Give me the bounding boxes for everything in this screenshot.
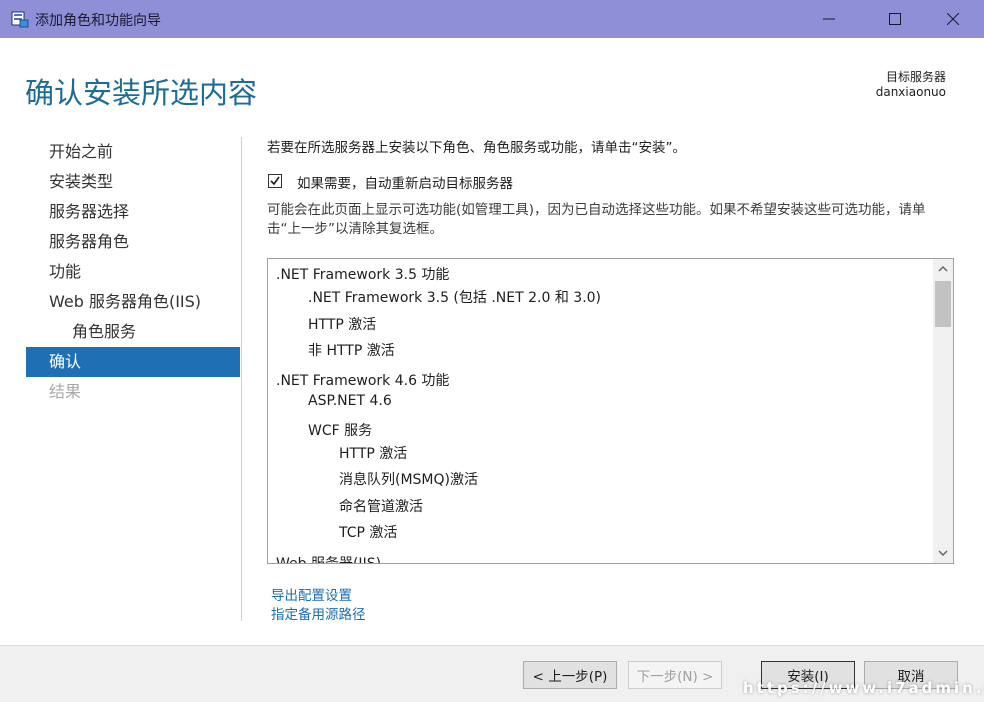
- selected-features-list[interactable]: .NET Framework 3.5 功能 .NET Framework 3.5…: [267, 258, 954, 564]
- maximize-button[interactable]: [872, 0, 918, 38]
- alternate-source-link[interactable]: 指定备用源路径: [271, 603, 366, 623]
- close-icon: [947, 13, 959, 25]
- list-item: 消息队列(MSMQ)激活: [339, 472, 478, 488]
- nav-item-features[interactable]: 功能: [26, 257, 240, 287]
- features-scrollbar[interactable]: [933, 259, 953, 563]
- export-config-link[interactable]: 导出配置设置: [271, 584, 352, 604]
- nav-item-server-selection[interactable]: 服务器选择: [26, 197, 240, 227]
- window-title: 添加角色和功能向导: [35, 13, 161, 29]
- target-server-label: 目标服务器: [885, 70, 946, 84]
- nav-item-role-services[interactable]: 角色服务: [26, 317, 240, 347]
- minimize-icon: [823, 18, 835, 20]
- scroll-thumb[interactable]: [935, 281, 951, 327]
- list-item: ASP.NET 4.6: [308, 393, 392, 409]
- list-item: Web 服务器(IIS): [276, 553, 381, 563]
- title-bar: 添加角色和功能向导: [0, 0, 984, 38]
- chevron-down-icon: [938, 550, 948, 556]
- wizard-steps-nav: 开始之前 安装类型 服务器选择 服务器角色 功能 Web 服务器角色(IIS) …: [26, 137, 240, 407]
- features-viewport: .NET Framework 3.5 功能 .NET Framework 3.5…: [268, 259, 933, 563]
- server-manager-icon: [10, 9, 30, 29]
- nav-divider: [241, 137, 242, 621]
- scroll-up-button[interactable]: [933, 259, 953, 279]
- nav-item-results: 结果: [49, 382, 82, 401]
- list-item: WCF 服务: [308, 423, 373, 439]
- restart-checkbox-label[interactable]: 如果需要，自动重新启动目标服务器: [297, 172, 513, 192]
- nav-item-confirmation[interactable]: 确认: [26, 347, 240, 377]
- optional-features-note: 可能会在此页面上显示可选功能(如管理工具)，因为已自动选择这些功能。如果不希望安…: [267, 202, 926, 237]
- restart-checkbox[interactable]: [268, 174, 282, 188]
- nav-item-installation-type[interactable]: 安装类型: [26, 167, 240, 197]
- list-item: 命名管道激活: [339, 499, 423, 515]
- nav-item-server-roles[interactable]: 服务器角色: [26, 227, 240, 257]
- intro-text: 若要在所选服务器上安装以下角色、角色服务或功能，请单击“安装”。: [267, 140, 686, 156]
- watermark: https://www.i7admin.cc: [743, 679, 984, 697]
- list-item: HTTP 激活: [339, 446, 408, 462]
- chevron-up-icon: [938, 266, 948, 272]
- list-item: TCP 激活: [339, 525, 398, 541]
- scroll-down-button[interactable]: [933, 543, 953, 563]
- list-item: .NET Framework 4.6 功能: [276, 373, 450, 389]
- target-server-name: danxiaonuo: [875, 85, 946, 99]
- maximize-icon: [889, 13, 901, 25]
- close-button[interactable]: [930, 0, 976, 38]
- nav-item-web-server-role[interactable]: Web 服务器角色(IIS): [26, 287, 240, 317]
- list-item: .NET Framework 3.5 功能: [276, 267, 450, 283]
- list-item: 非 HTTP 激活: [308, 343, 395, 359]
- checkmark-icon: [270, 176, 280, 186]
- nav-item-before-you-begin[interactable]: 开始之前: [26, 137, 240, 167]
- minimize-button[interactable]: [806, 0, 852, 38]
- next-button: 下一步(N) >: [628, 661, 722, 689]
- list-item: .NET Framework 3.5 (包括 .NET 2.0 和 3.0): [308, 290, 602, 306]
- list-item: HTTP 激活: [308, 317, 377, 333]
- previous-button[interactable]: < 上一步(P): [523, 661, 617, 689]
- page-title: 确认安装所选内容: [25, 76, 258, 110]
